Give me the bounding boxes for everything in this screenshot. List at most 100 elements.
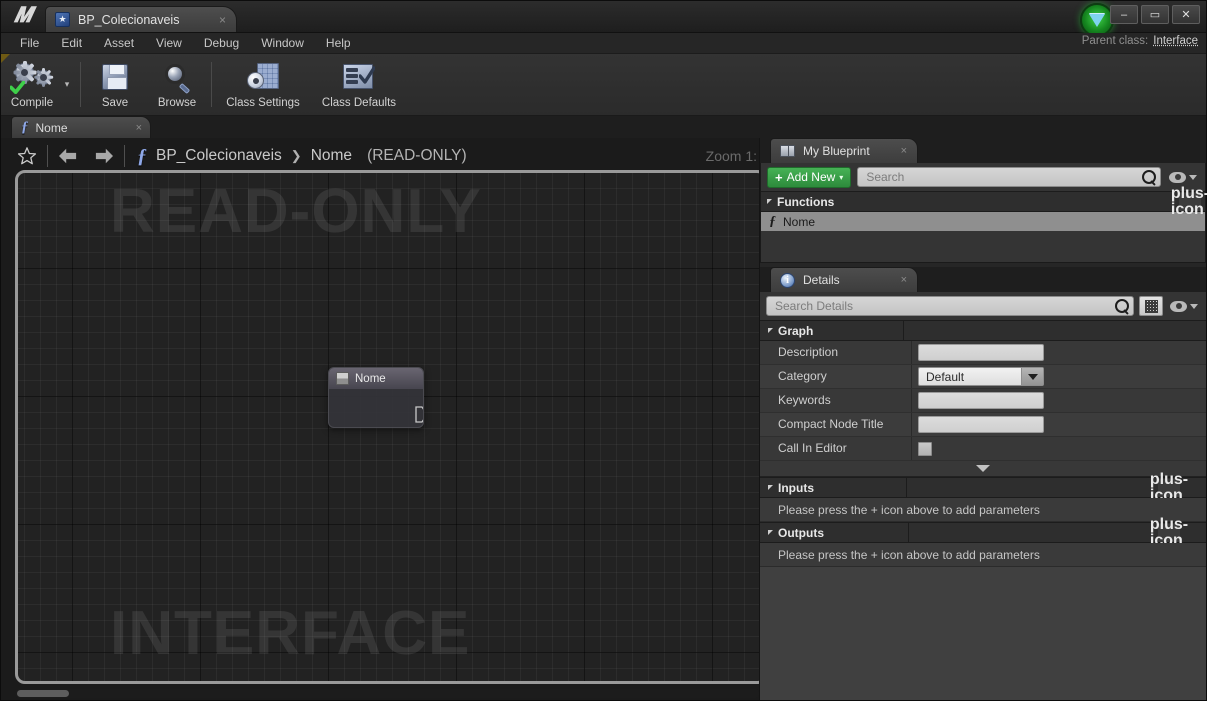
compact-node-title-field[interactable]: [918, 416, 1044, 433]
property-row-call-in-editor: Call In Editor: [760, 437, 1206, 461]
function-entry-icon: [336, 372, 349, 385]
tab-my-blueprint[interactable]: My Blueprint ×: [770, 138, 918, 163]
call-in-editor-checkbox[interactable]: [918, 441, 932, 456]
save-button[interactable]: Save: [84, 54, 146, 115]
close-icon[interactable]: ×: [136, 122, 142, 134]
add-input-button[interactable]: plus-icon: [1150, 471, 1188, 503]
toolbar-divider: [80, 62, 81, 107]
column-divider: [906, 478, 907, 497]
chevron-right-icon: ❯: [290, 148, 302, 163]
close-icon[interactable]: ×: [901, 274, 907, 286]
outputs-hint-text: Please press the + icon above to add par…: [778, 547, 1040, 562]
minimize-button[interactable]: –: [1110, 5, 1138, 24]
add-function-button[interactable]: plus-icon: [1171, 185, 1207, 217]
magnifier-icon: [164, 60, 191, 94]
scrollbar-thumb[interactable]: [17, 690, 69, 697]
menu-file[interactable]: File: [9, 34, 50, 52]
browse-button[interactable]: Browse: [146, 54, 208, 115]
my-blueprint-toolbar: + Add New ▾: [761, 163, 1205, 191]
property-label: Call In Editor: [760, 437, 912, 460]
unreal-logo: 𝑴: [13, 2, 33, 27]
graph-editor[interactable]: ƒ BP_Colecionaveis ❯ Nome (READ-ONLY) Zo…: [1, 138, 759, 700]
blueprint-icon: ★: [55, 12, 70, 27]
toolbar-group-class: Class Settings Class Defaults: [215, 54, 407, 115]
add-new-button[interactable]: + Add New ▾: [767, 166, 852, 188]
section-header-graph[interactable]: Graph: [760, 320, 1206, 341]
menu-window[interactable]: Window: [250, 34, 315, 52]
keywords-field[interactable]: [918, 392, 1044, 409]
menu-view[interactable]: View: [145, 34, 193, 52]
menu-edit[interactable]: Edit: [50, 34, 93, 52]
property-value: [912, 441, 1206, 456]
close-button[interactable]: ✕: [1172, 5, 1200, 24]
search-details-input[interactable]: [775, 299, 1115, 313]
section-header-inputs[interactable]: Inputs plus-icon: [760, 471, 1206, 503]
maximize-button[interactable]: ▭: [1141, 5, 1169, 24]
section-header-functions[interactable]: Functions plus-icon: [761, 185, 1207, 217]
compile-dropdown-caret-icon[interactable]: ▾: [59, 79, 75, 90]
check-icon: [10, 81, 25, 94]
read-only-status: (READ-ONLY): [367, 147, 467, 164]
my-blueprint-visibility-button[interactable]: [1167, 171, 1199, 183]
toolbar-divider-2: [211, 62, 212, 107]
functions-list: ƒ Nome: [761, 212, 1205, 262]
description-field[interactable]: [918, 344, 1044, 361]
my-blueprint-search-box[interactable]: [857, 167, 1161, 187]
class-settings-button[interactable]: Class Settings: [215, 54, 311, 115]
search-input[interactable]: [866, 170, 1142, 184]
graph-horizontal-scrollbar[interactable]: [15, 689, 759, 698]
navigate-back-button[interactable]: [50, 143, 86, 169]
graph-section-expand-row[interactable]: [760, 461, 1206, 477]
gear-icon: [13, 61, 36, 84]
function-entry-node[interactable]: Nome: [328, 367, 424, 428]
exec-output-pin[interactable]: [404, 398, 423, 423]
asset-tab-bp-colecionaveis[interactable]: ★ BP_Colecionaveis ×: [45, 6, 237, 32]
unreal-blueprint-editor-window: 𝑴 ★ BP_Colecionaveis × – ▭ ✕ File Edit A…: [0, 0, 1207, 701]
class-defaults-button[interactable]: Class Defaults: [311, 54, 407, 115]
details-search-box[interactable]: [766, 296, 1134, 316]
dropdown-button[interactable]: [1021, 368, 1043, 385]
compile-gears-check-icon: [10, 60, 54, 94]
add-output-button[interactable]: plus-icon: [1150, 516, 1188, 548]
parent-class-value[interactable]: Interface: [1153, 35, 1198, 47]
function-fx-icon: ƒ: [21, 119, 29, 135]
list-item-function-nome[interactable]: ƒ Nome: [761, 212, 1205, 231]
property-value: Default: [912, 367, 1206, 386]
document-tab-label: Nome: [35, 120, 68, 135]
graph-toolbar-divider: [47, 145, 48, 167]
favorite-button[interactable]: [9, 143, 45, 169]
breadcrumb-root[interactable]: BP_Colecionaveis: [156, 147, 282, 165]
property-label: Keywords: [760, 389, 912, 412]
editor-body: ƒ BP_Colecionaveis ❯ Nome (READ-ONLY) Zo…: [1, 138, 1207, 700]
read-only-watermark: READ-ONLY: [110, 177, 482, 246]
interface-watermark: INTERFACE: [110, 599, 471, 668]
tab-details[interactable]: i Details ×: [770, 267, 918, 292]
gear-small-icon: [34, 68, 54, 87]
browse-label: Browse: [157, 97, 197, 109]
details-visibility-button[interactable]: [1168, 300, 1200, 312]
breadcrumb-current[interactable]: Nome: [311, 147, 352, 165]
compile-button[interactable]: Compile: [1, 54, 63, 115]
graph-canvas[interactable]: READ-ONLY INTERFACE Nome: [15, 170, 759, 684]
main-toolbar: Compile ▾ Save Browse Class Settings Cla…: [1, 54, 1206, 116]
menu-asset[interactable]: Asset: [93, 34, 145, 52]
close-icon[interactable]: ×: [217, 14, 228, 26]
document-tab-nome[interactable]: ƒ Nome ×: [11, 116, 151, 138]
close-icon[interactable]: ×: [901, 145, 907, 157]
toolbar-group-compile: Compile ▾: [1, 54, 77, 115]
grid-view-button[interactable]: [1139, 296, 1163, 316]
outputs-section-label: Outputs: [778, 525, 824, 540]
function-fx-icon: ƒ: [137, 145, 147, 167]
graph-toolbar-divider-2: [124, 145, 125, 167]
details-tab-label: Details: [803, 273, 840, 287]
navigate-forward-button[interactable]: [86, 143, 122, 169]
expander-triangle-icon: [767, 199, 772, 204]
menu-help[interactable]: Help: [315, 34, 362, 52]
category-dropdown[interactable]: Default: [918, 367, 1044, 386]
live-coding-status-icon[interactable]: [1080, 3, 1114, 37]
my-blueprint-tab-label: My Blueprint: [803, 144, 870, 158]
menu-debug[interactable]: Debug: [193, 34, 250, 52]
section-header-outputs[interactable]: Outputs plus-icon: [760, 516, 1206, 548]
expand-more-icon[interactable]: [976, 465, 990, 472]
window-controls: – ▭ ✕: [1110, 5, 1200, 24]
